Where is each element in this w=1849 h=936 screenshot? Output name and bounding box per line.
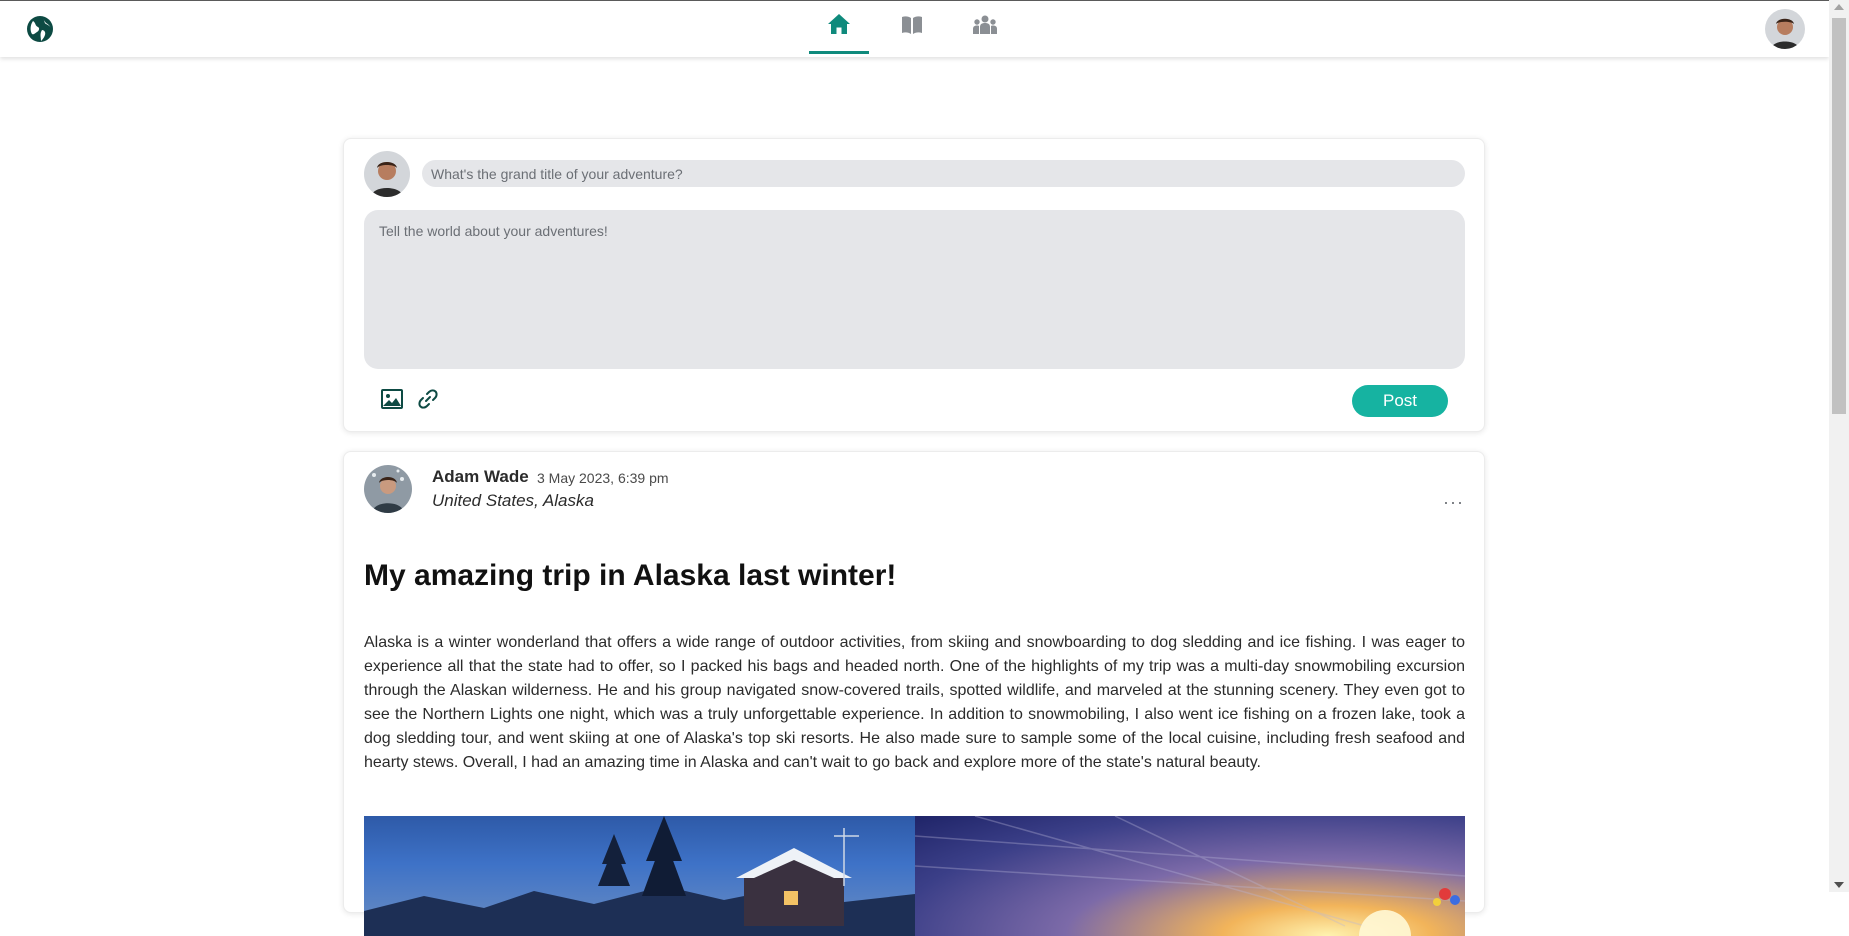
link-icon[interactable] — [416, 387, 440, 411]
image-icon[interactable] — [380, 387, 404, 411]
globe-icon[interactable] — [26, 15, 54, 43]
home-icon — [827, 13, 851, 40]
book-open-icon — [901, 14, 923, 41]
post-location: United States, Alaska — [432, 491, 594, 510]
post-image-winter-cabin[interactable] — [364, 816, 915, 936]
users-icon — [972, 14, 998, 41]
post-title: My amazing trip in Alaska last winter! — [364, 559, 897, 592]
post-composer: Post — [343, 138, 1485, 432]
post-author[interactable]: Adam Wade — [432, 467, 529, 487]
tab-home[interactable] — [809, 1, 869, 54]
scroll-thumb[interactable] — [1832, 18, 1846, 414]
post-button[interactable]: Post — [1352, 385, 1448, 417]
post-title-input[interactable] — [422, 160, 1465, 187]
tab-journal[interactable] — [882, 1, 942, 54]
post-body: Alaska is a winter wonderland that offer… — [364, 634, 1465, 771]
post-body-input[interactable] — [364, 210, 1465, 369]
scroll-down-arrow[interactable] — [1834, 882, 1844, 888]
scroll-up-arrow[interactable] — [1834, 4, 1844, 10]
page-scrollbar[interactable] — [1829, 0, 1849, 892]
more-options-icon[interactable]: ··· — [1443, 492, 1464, 513]
top-navbar — [0, 0, 1829, 57]
composer-avatar — [364, 151, 410, 197]
post-card: Adam Wade 3 May 2023, 6:39 pm United Sta… — [343, 451, 1485, 936]
tab-community[interactable] — [955, 1, 1015, 54]
post-image-sunset-sky[interactable] — [915, 816, 1465, 936]
user-avatar[interactable] — [1765, 9, 1805, 49]
post-date: 3 May 2023, 6:39 pm — [537, 470, 669, 486]
author-avatar[interactable] — [364, 465, 412, 513]
